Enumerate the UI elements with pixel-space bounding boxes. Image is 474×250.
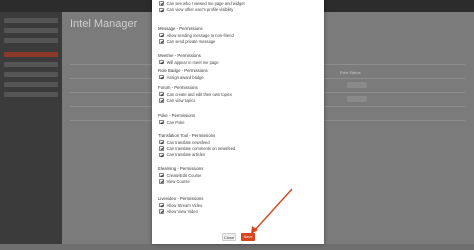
permission-item: View Course (158, 178, 318, 184)
permission-section: Role Badge - PermissionsAssign award bad… (158, 68, 318, 80)
permission-label: Allow sending message to non-friend (167, 33, 234, 38)
sidebar-item[interactable] (4, 28, 58, 33)
permission-section: Meetme - PermissionsWill appear in meet … (158, 53, 318, 65)
close-button[interactable]: Close (222, 233, 236, 241)
permissions-modal: Can see who I viewed the page and things… (152, 0, 324, 244)
sidebar-item[interactable] (4, 38, 58, 43)
permission-label: Create/Edit Course (167, 173, 202, 178)
table-chip (347, 82, 367, 88)
permission-item: Assign award badge (158, 74, 318, 80)
permission-label: Can create and edit their own topics (167, 92, 232, 97)
permission-label: Can send private message (167, 39, 216, 44)
permission-checkbox[interactable] (159, 98, 164, 103)
permission-section: Forum - PermissionsCan create and edit t… (158, 85, 318, 104)
permission-checkbox[interactable] (159, 1, 164, 6)
sidebar-item[interactable] (4, 72, 58, 77)
sidebar-item[interactable] (4, 82, 58, 87)
sidebar-item-active[interactable] (4, 52, 58, 57)
permission-label: Can translate articles (167, 152, 205, 157)
background-sidebar (0, 12, 62, 244)
permission-checkbox[interactable] (159, 209, 164, 214)
permission-section: Can see who I viewed the page and things… (158, 0, 318, 13)
sidebar-item[interactable] (4, 62, 58, 67)
page-title: Intel Manager (70, 18, 137, 30)
permission-checkbox[interactable] (159, 8, 164, 13)
permission-item: Can translate articles (158, 152, 318, 158)
save-button[interactable]: Save (241, 233, 255, 241)
permission-item: Can view topics (158, 97, 318, 103)
permission-section: Elearning - PermissionsCreate/Edit Cours… (158, 166, 318, 185)
permission-checkbox[interactable] (159, 60, 164, 65)
permission-section: Translation Tool - PermissionsCan transl… (158, 133, 318, 158)
permission-label: Can translate newsfeed (167, 140, 210, 145)
permission-label: Can translate comments on newsfeed (167, 146, 236, 151)
permission-label: Allow View Video (167, 209, 198, 214)
permission-checkbox[interactable] (159, 153, 164, 158)
permission-item: Can Poke (158, 119, 318, 125)
permission-checkbox[interactable] (159, 179, 164, 184)
permission-checkbox[interactable] (159, 39, 164, 44)
permission-item: Will appear in meet me page (158, 59, 318, 65)
permission-checkbox[interactable] (159, 75, 164, 80)
permissions-list: Can see who I viewed the page and things… (158, 0, 318, 250)
permission-label: Can see who I viewed me page and widget (167, 1, 245, 6)
permission-label: Can view topics (167, 98, 196, 103)
permission-checkbox[interactable] (159, 92, 164, 97)
permission-section: Livevideo - PermissionsAllow Stream Vide… (158, 196, 318, 215)
table-chip (347, 96, 367, 102)
permission-item: Can send private message (158, 38, 318, 44)
sidebar-item[interactable] (4, 18, 58, 23)
permission-label: Can Poke (167, 120, 185, 125)
sidebar-item[interactable] (4, 92, 58, 97)
permission-label: Assign award badge (167, 75, 204, 80)
permission-item: Can view other user's profile visibility (158, 7, 318, 13)
permission-label: Allow Stream Video (167, 203, 203, 208)
permission-checkbox[interactable] (159, 173, 164, 178)
permission-section: Poke - PermissionsCan Poke (158, 113, 318, 125)
permission-item: Allow View Video (158, 208, 318, 214)
permission-checkbox[interactable] (159, 140, 164, 145)
permission-checkbox[interactable] (159, 203, 164, 208)
permission-checkbox[interactable] (159, 33, 164, 38)
permission-label: View Course (167, 179, 190, 184)
permission-label: Will appear in meet me page (167, 60, 219, 65)
table-header: Role Status (340, 70, 361, 75)
permission-checkbox[interactable] (159, 120, 164, 125)
permission-section: Message - PermissionsAllow sending messa… (158, 26, 318, 45)
permission-checkbox[interactable] (159, 146, 164, 151)
permission-label: Can view other user's profile visibility (167, 7, 234, 12)
